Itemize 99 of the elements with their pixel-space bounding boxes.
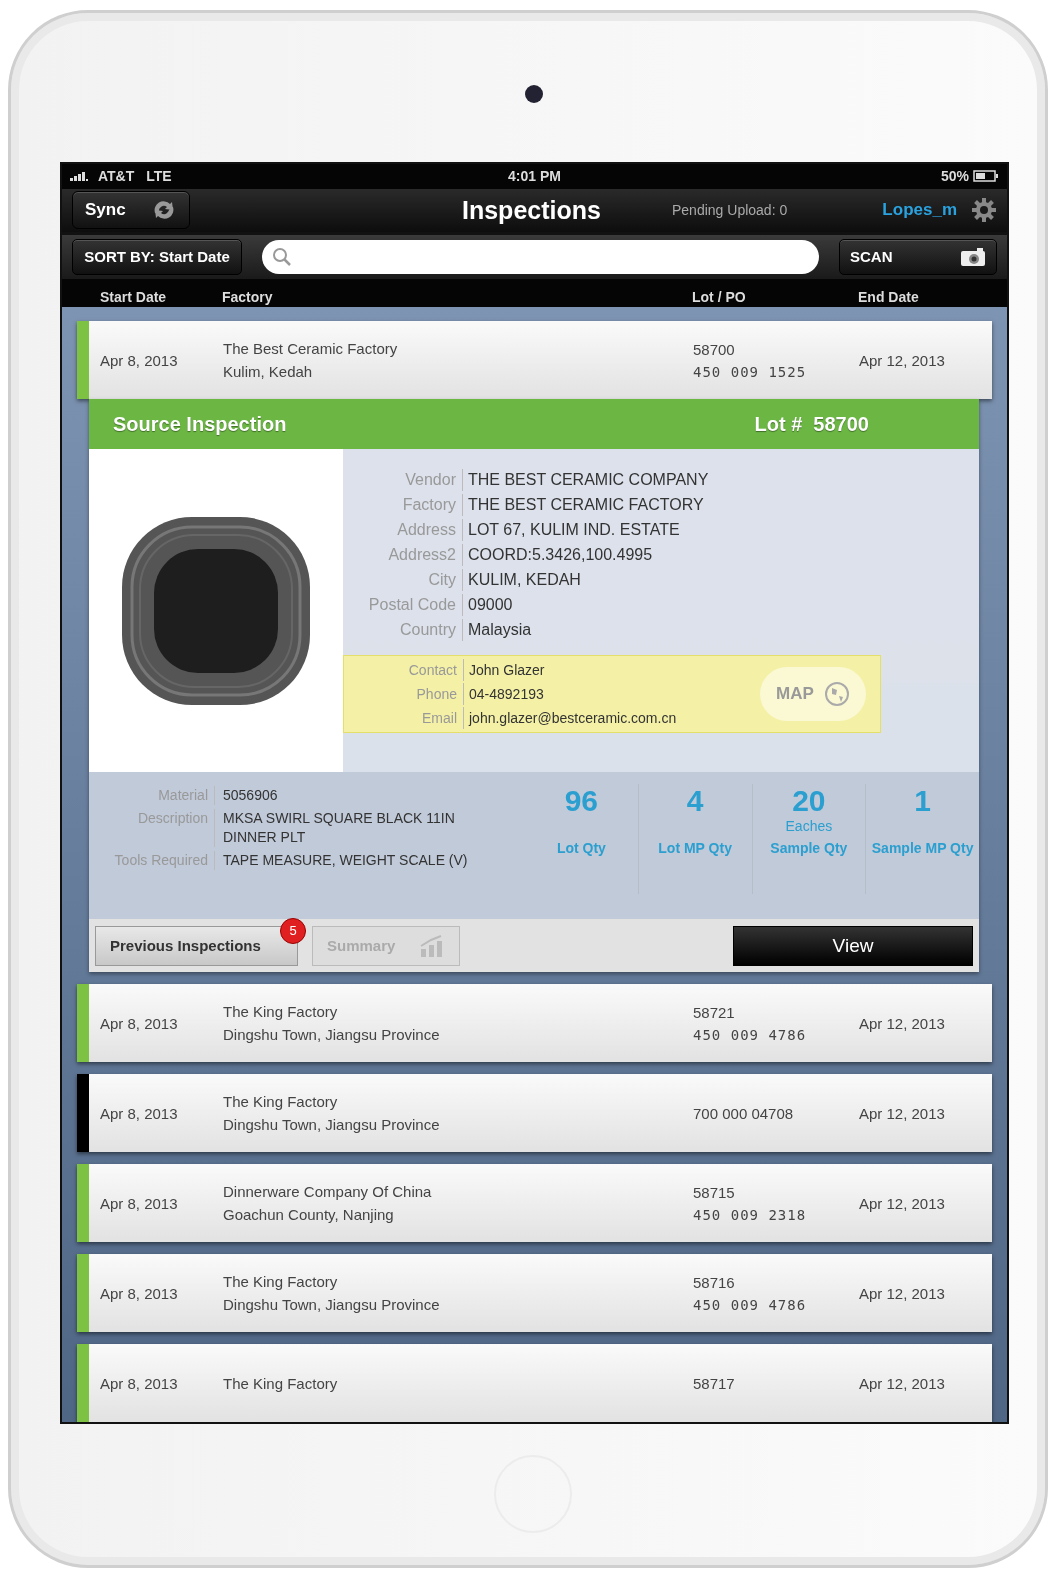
quantity-label: Sample Qty — [770, 840, 848, 856]
field-value: TAPE MEASURE, WEIGHT SCALE (V) — [222, 851, 469, 870]
factory-location: Kulim, Kedah — [223, 363, 314, 380]
inspection-row[interactable]: Apr 8, 2013 The Best Ceramic Factory Kulim, Kedah 58700 450 009 1525 Apr 12, 2013 — [77, 321, 992, 399]
start-date: Apr 8, 2013 — [99, 1374, 179, 1392]
po-number: 450 009 2318 — [693, 1206, 808, 1223]
field-label: Postal Code — [343, 594, 463, 616]
end-date: Apr 12, 2013 — [859, 1104, 945, 1122]
section-title: Source Inspection — [113, 412, 287, 436]
view-button[interactable]: View — [733, 925, 973, 966]
factory-name: The King Factory — [223, 1374, 339, 1392]
field-label: Description — [89, 809, 215, 847]
field-label: Address2 — [343, 544, 463, 566]
lot-number: 58716 — [693, 1273, 736, 1291]
carrier: AT&T — [98, 168, 135, 185]
start-date: Apr 8, 2013 — [99, 1284, 179, 1302]
factory-name: The King Factory — [223, 1273, 339, 1290]
pending-upload-label: Pending Upload: 0 — [672, 202, 789, 219]
field-value: John Glazer — [468, 661, 546, 680]
factory-name: Dinnerware Company Of China — [223, 1183, 433, 1200]
field-label: Email — [344, 707, 464, 729]
field-label: City — [343, 569, 463, 591]
lot-label: Lot # 58700 — [754, 412, 869, 436]
clock: 4:01 PM — [507, 168, 562, 185]
lot-number: 700 000 04708 — [693, 1104, 795, 1122]
field-label: Address — [343, 519, 463, 541]
field-value: 09000 — [467, 595, 514, 615]
quantity-value: 20 — [792, 784, 826, 818]
end-date: Apr 12, 2013 — [859, 1014, 945, 1032]
network-type: LTE — [146, 168, 172, 185]
quantity-unit: Eaches — [785, 818, 833, 834]
field-label: Country — [343, 619, 463, 641]
bar-chart-icon — [419, 934, 445, 957]
po-number: 450 009 4786 — [693, 1026, 808, 1043]
sort-button[interactable]: SORT BY: Start Date — [72, 238, 242, 275]
field-label: Vendor — [343, 469, 463, 491]
factory-location: Dingshu Town, Jiangsu Province — [223, 1026, 441, 1043]
end-date: Apr 12, 2013 — [859, 351, 945, 369]
factory-location: Goachun County, Nanjing — [223, 1206, 395, 1223]
field-value: THE BEST CERAMIC COMPANY — [467, 470, 710, 490]
column-header[interactable]: Lot / PO — [692, 288, 746, 305]
end-date: Apr 12, 2013 — [859, 1284, 945, 1302]
globe-icon — [823, 681, 850, 707]
quantity-value: 96 — [564, 784, 599, 818]
field-label: Tools Required — [89, 851, 215, 870]
start-date: Apr 8, 2013 — [99, 1194, 179, 1212]
field-value: COORD:5.3426,100.4995 — [467, 545, 654, 565]
lot-number: 58700 — [693, 340, 736, 358]
camera-lens — [525, 85, 543, 103]
inspection-row[interactable]: Apr 8, 2013 The King Factory Dingshu Town, Jiangsu Province 700 000 04708 Apr 12, 2013 — [77, 1074, 992, 1152]
po-number: 450 009 4786 — [693, 1296, 808, 1313]
start-date: Apr 8, 2013 — [99, 351, 179, 369]
lot-number: 58715 — [693, 1183, 736, 1201]
quantity-label: Lot MP Qty — [658, 840, 732, 856]
field-value: john.glazer@bestceramic.com.cn — [467, 709, 677, 728]
field-value: Malaysia — [467, 620, 533, 640]
settings-icon[interactable] — [971, 197, 997, 224]
inspection-row[interactable]: Apr 8, 2013 The King Factory Dingshu Town, Jiangsu Province 58716 450 009 4786 Apr 12, 2013 — [77, 1254, 992, 1332]
factory-location: Dingshu Town, Jiangsu Province — [223, 1116, 441, 1133]
field-value: 5056906 — [222, 786, 279, 805]
quantity-value: 1 — [914, 784, 931, 818]
battery-icon — [973, 170, 999, 183]
quantity-value: 4 — [686, 784, 704, 818]
end-date: Apr 12, 2013 — [859, 1374, 945, 1392]
screen-title: Inspections — [462, 195, 602, 225]
column-header[interactable]: Start Date — [100, 288, 167, 305]
start-date: Apr 8, 2013 — [99, 1014, 179, 1032]
factory-name: The Best Ceramic Factory — [223, 340, 399, 357]
column-header[interactable]: End Date — [858, 288, 919, 305]
factory-name: The King Factory — [223, 1003, 339, 1020]
field-label: Contact — [344, 659, 464, 681]
lot-number: 58717 — [693, 1374, 736, 1392]
search-field[interactable] — [262, 239, 819, 274]
username-link[interactable]: Lopes_m — [882, 200, 957, 221]
field-label: Phone — [344, 683, 464, 705]
end-date: Apr 12, 2013 — [859, 1194, 945, 1212]
field-value: THE BEST CERAMIC FACTORY — [467, 495, 705, 515]
search-icon — [272, 246, 292, 267]
camera-icon — [960, 246, 986, 267]
field-value: MKSA SWIRL SQUARE BLACK 11IN DINNER PLT — [222, 809, 456, 847]
field-label: Material — [89, 786, 215, 805]
field-value: KULIM, KEDAH — [467, 570, 582, 590]
factory-location: Dingshu Town, Jiangsu Province — [223, 1296, 441, 1313]
battery-level: 50% — [940, 168, 969, 185]
start-date: Apr 8, 2013 — [99, 1104, 179, 1122]
po-number: 450 009 1525 — [693, 363, 808, 380]
scan-button[interactable]: SCAN — [839, 238, 997, 275]
factory-name: The King Factory — [223, 1093, 339, 1110]
column-header[interactable]: Factory — [222, 288, 273, 305]
inspection-row[interactable]: Apr 8, 2013 The King Factory Dingshu Town, Jiangsu Province 58721 450 009 4786 Apr 12, 2013 — [77, 984, 992, 1062]
lot-number: 58721 — [693, 1003, 736, 1021]
field-label: Factory — [343, 494, 463, 516]
field-value: 04-4892193 — [468, 685, 545, 704]
inspection-row[interactable]: Apr 8, 2013 The King Factory 58717 Apr 12, 2013 — [77, 1344, 992, 1422]
quantity-label: Lot Qty — [556, 840, 606, 856]
sync-button[interactable]: Sync — [72, 191, 190, 230]
inspection-row[interactable]: Apr 8, 2013 Dinnerware Company Of China Goachun County, Nanjing 58715 450 009 2318 Apr 12, 2013 — [77, 1164, 992, 1242]
quantity-label: Sample MP Qty — [871, 840, 974, 856]
field-value: LOT 67, KULIM IND. ESTATE — [467, 520, 681, 540]
